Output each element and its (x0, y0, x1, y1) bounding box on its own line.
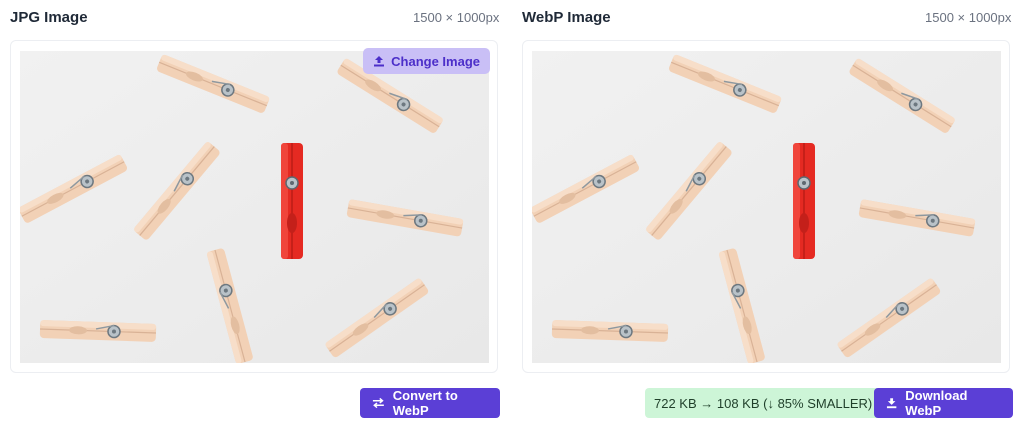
upload-icon (374, 56, 385, 67)
jpg-dimensions: 1500 × 1000px (413, 10, 500, 25)
download-icon (886, 398, 897, 409)
change-image-label: Change Image (391, 53, 480, 69)
download-webp-button[interactable]: Download WebP (874, 388, 1013, 418)
download-button-label: Download WebP (905, 388, 968, 418)
convert-to-webp-button[interactable]: Convert to WebP (360, 388, 500, 418)
jpg-image-preview (20, 51, 489, 363)
webp-dimensions: 1500 × 1000px (925, 10, 1012, 25)
swap-arrows-icon (372, 397, 384, 409)
jpg-preview-card: Change Image (10, 40, 498, 373)
size-reduction-badge: 722 KB → 108 KB (↓ 85% SMALLER) (645, 388, 882, 418)
webp-preview-card (522, 40, 1010, 373)
webp-image-preview (532, 51, 1001, 363)
clothespins-photo (20, 51, 489, 363)
webp-panel-title: WebP Image (522, 9, 611, 26)
jpg-panel-title: JPG Image (10, 9, 88, 26)
convert-button-label: Convert to WebP (392, 388, 458, 418)
clothespins-photo (532, 51, 1001, 363)
change-image-button[interactable]: Change Image (363, 48, 490, 74)
